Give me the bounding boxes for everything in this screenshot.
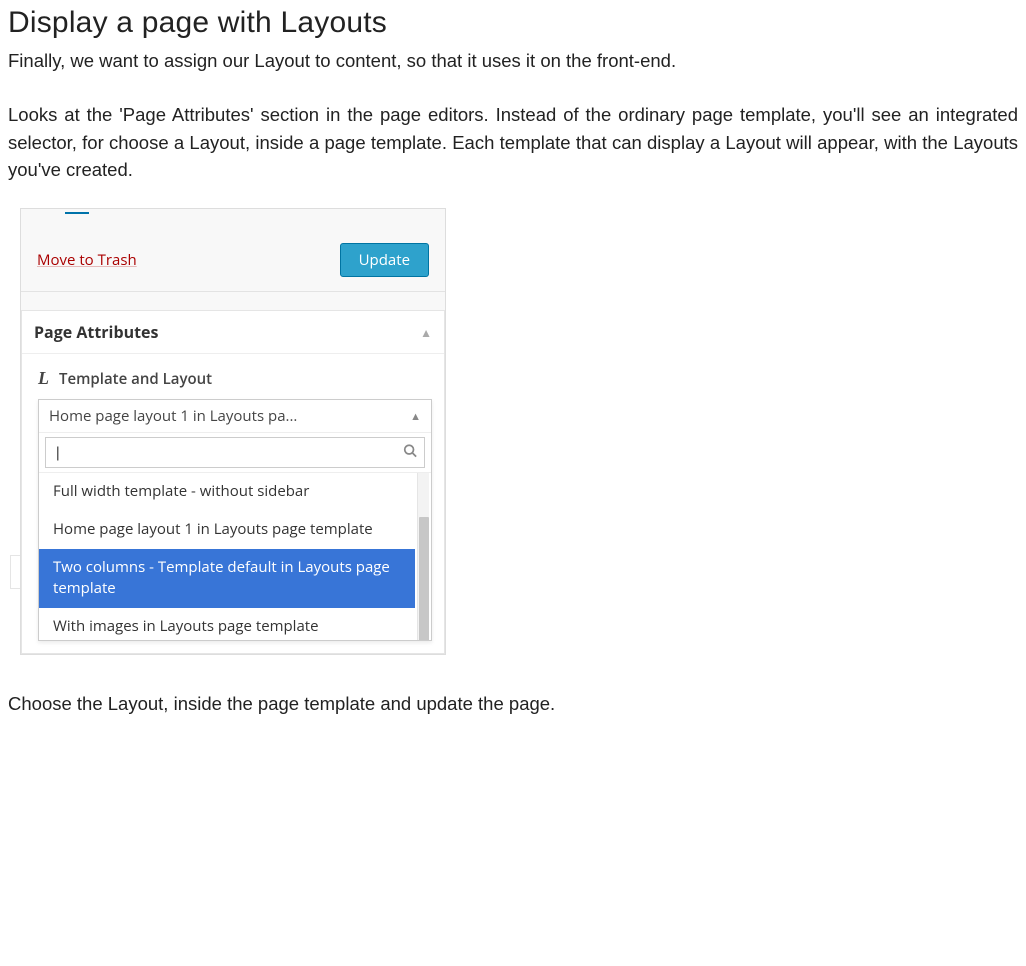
dropdown-selected-row[interactable]: Home page layout 1 in Layouts pa... ▲ bbox=[39, 400, 431, 433]
tab-underline-fragment bbox=[65, 212, 89, 214]
option-with-images[interactable]: With images in Layouts page template bbox=[39, 608, 415, 640]
dropdown-search-input[interactable] bbox=[45, 437, 425, 468]
collapse-icon: ▲ bbox=[420, 324, 432, 341]
template-layout-section: L Template and Layout bbox=[22, 354, 444, 399]
section-label: Template and Layout bbox=[59, 369, 212, 389]
dropdown-selected-value: Home page layout 1 in Layouts pa... bbox=[49, 406, 297, 426]
body-paragraph: Looks at the 'Page Attributes' section i… bbox=[8, 101, 1018, 184]
chevron-up-icon: ▲ bbox=[410, 409, 421, 424]
dropdown-options-list: Default Template Full width template - w… bbox=[39, 473, 431, 640]
page-heading: Display a page with Layouts bbox=[8, 6, 1018, 40]
layouts-l-icon: L bbox=[38, 368, 49, 389]
search-icon bbox=[403, 443, 417, 462]
template-selector-wrap: Home page layout 1 in Layouts pa... ▲ bbox=[22, 399, 444, 653]
template-dropdown[interactable]: Home page layout 1 in Layouts pa... ▲ bbox=[38, 399, 432, 641]
intro-paragraph: Finally, we want to assign our Layout to… bbox=[8, 48, 1018, 75]
move-to-trash-link[interactable]: Move to Trash bbox=[37, 250, 137, 270]
option-two-columns-highlighted[interactable]: Two columns - Template default in Layout… bbox=[39, 549, 415, 609]
background-panel-fragment bbox=[10, 555, 28, 589]
dropdown-search-row bbox=[39, 433, 431, 473]
panel-header[interactable]: Page Attributes ▲ bbox=[22, 311, 444, 354]
publish-actions-row: Move to Trash Update bbox=[21, 209, 445, 292]
page-attributes-panel: Page Attributes ▲ L Template and Layout … bbox=[21, 310, 445, 654]
option-home-layout-1[interactable]: Home page layout 1 in Layouts page templ… bbox=[39, 511, 415, 549]
update-button[interactable]: Update bbox=[340, 243, 429, 277]
page-attributes-screenshot: Move to Trash Update Page Attributes ▲ L… bbox=[20, 208, 446, 655]
scrollbar-track[interactable] bbox=[417, 473, 429, 640]
outro-paragraph: Choose the Layout, inside the page templ… bbox=[8, 691, 1018, 718]
scrollbar-thumb[interactable] bbox=[419, 517, 429, 640]
panel-title: Page Attributes bbox=[34, 321, 158, 343]
option-full-width[interactable]: Full width template - without sidebar bbox=[39, 473, 415, 511]
